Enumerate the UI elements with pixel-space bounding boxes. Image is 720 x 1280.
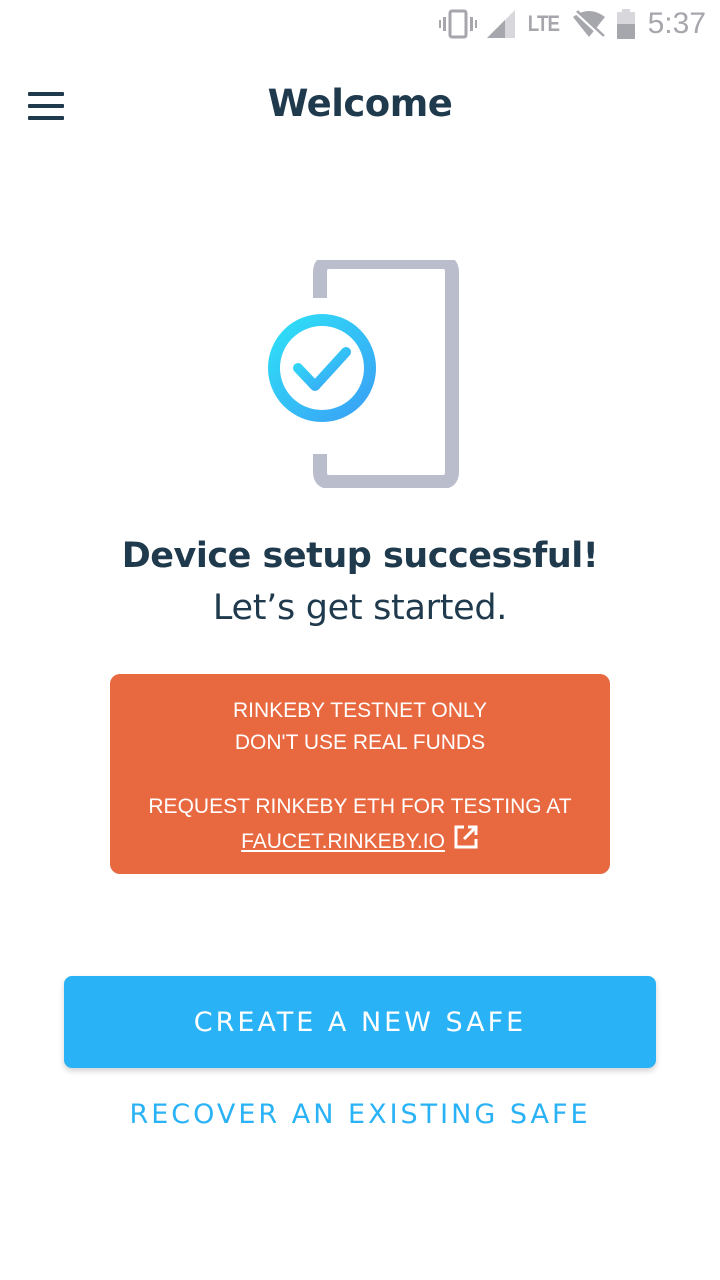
battery-icon <box>616 9 636 39</box>
page-title: Welcome <box>267 82 453 125</box>
phone-outline-icon <box>268 255 459 489</box>
faucet-link[interactable]: FAUCET.RINKEBY.IO <box>241 827 445 857</box>
setup-success-headline: Device setup successful! <box>121 536 599 576</box>
create-new-safe-button[interactable]: CREATE A NEW SAFE <box>64 976 656 1068</box>
app-bar: Welcome <box>0 56 720 156</box>
status-icons: LTE 5:37 <box>438 6 706 42</box>
warning-line-request: REQUEST RINKEBY ETH FOR TESTING AT <box>148 795 572 818</box>
warning-line-testnet: RINKEBY TESTNET ONLY <box>232 699 488 722</box>
faucet-link-row: FAUCET.RINKEBY.IO <box>110 824 610 859</box>
vibrate-icon <box>438 9 477 39</box>
warning-line-funds: DON'T USE REAL FUNDS <box>234 731 486 754</box>
signal-icon <box>486 10 515 38</box>
check-circle-icon <box>268 314 376 422</box>
status-clock: 5:37 <box>647 7 706 40</box>
wifi-off-icon <box>572 10 606 38</box>
recover-existing-safe-button[interactable]: RECOVER AN EXISTING SAFE <box>64 1088 656 1140</box>
setup-illustration <box>260 255 460 489</box>
status-bar: LTE 5:37 <box>0 0 720 48</box>
external-link-icon[interactable] <box>453 824 479 859</box>
get-started-subline: Let’s get started. <box>212 588 508 628</box>
testnet-warning-box: RINKEBY TESTNET ONLY DON'T USE REAL FUND… <box>110 674 610 874</box>
network-type-label: LTE <box>527 11 559 36</box>
